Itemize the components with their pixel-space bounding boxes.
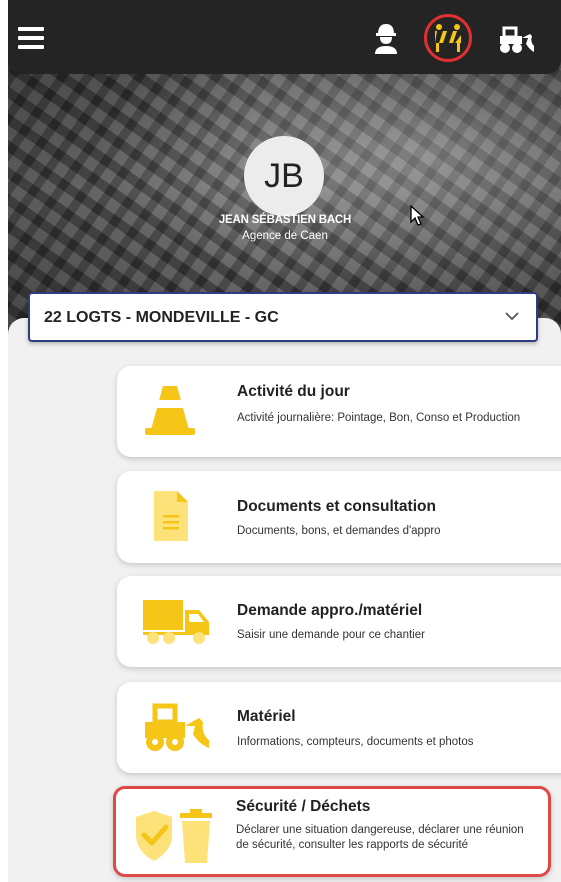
project-select-value: 22 LOGTS - MONDEVILLE - GC [44, 309, 279, 326]
equipment-icon[interactable] [496, 20, 534, 56]
card-title: Sécurité / Déchets [236, 798, 371, 815]
truck-icon [141, 596, 211, 651]
card-demande-appro[interactable]: Demande appro./matériel Saisir une deman… [117, 576, 561, 667]
project-select[interactable]: 22 LOGTS - MONDEVILLE - GC [28, 292, 538, 342]
card-description: Informations, compteurs, documents et ph… [237, 736, 474, 748]
card-description: Déclarer une situation dangereuse, décla… [236, 824, 524, 851]
mouse-cursor-icon [410, 204, 426, 232]
user-name: JEAN SÉBASTIEN BACH [218, 214, 352, 226]
card-title: Activité du jour [237, 383, 350, 400]
bulldozer-icon [141, 702, 213, 759]
card-description: Documents, bons, et demandes d'appro [237, 525, 441, 537]
card-title: Matériel [237, 708, 296, 725]
menu-icon[interactable] [18, 27, 44, 49]
avatar: JB [244, 136, 324, 216]
card-description: Activité journalière: Pointage, Bon, Con… [237, 412, 521, 424]
site-icon[interactable] [424, 14, 472, 62]
chevron-down-icon[interactable] [502, 306, 522, 331]
user-agency: Agence de Caen [242, 230, 328, 242]
card-securite-dechets[interactable]: Sécurité / Déchets Déclarer une situatio… [113, 786, 551, 877]
card-documents-consultation[interactable]: Documents et consultation Documents, bon… [117, 471, 561, 563]
worker-icon[interactable] [368, 20, 404, 56]
top-bar [8, 0, 561, 74]
card-title: Demande appro./matériel [237, 602, 423, 619]
card-title: Documents et consultation [237, 498, 436, 515]
document-icon [151, 489, 191, 548]
card-description: Saisir une demande pour ce chantier [237, 629, 425, 641]
card-materiel[interactable]: Matériel Informations, compteurs, docume… [117, 682, 561, 773]
avatar-initials: JB [264, 156, 304, 195]
card-activite-du-jour[interactable]: Activité du jour Activité journalière: P… [117, 366, 561, 457]
shield-trash-icon [134, 807, 214, 872]
traffic-cone-icon [139, 380, 201, 445]
